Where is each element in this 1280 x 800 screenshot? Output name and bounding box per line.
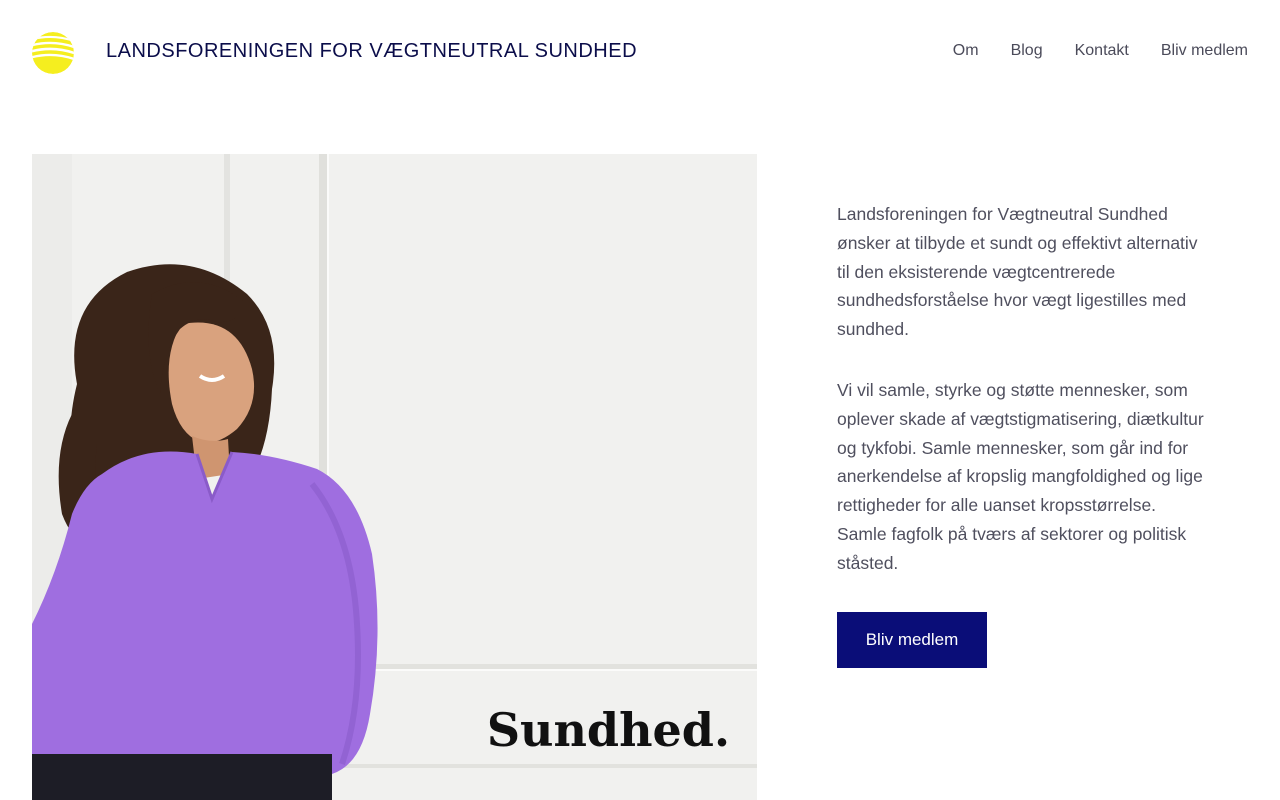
mission-paragraph: Vi vil samle, styrke og støtte mennesker…	[837, 379, 1204, 573]
bliv-medlem-button[interactable]: Bliv medlem	[837, 612, 987, 668]
site-header: LANDSFORENINGEN FOR VÆGTNEUTRAL SUNDHED …	[0, 0, 1280, 105]
main-nav: Om Blog Kontakt Bliv medlem	[953, 42, 1248, 60]
intro-paragraph: Landsforeningen for Vægtneutral Sundhed …	[837, 204, 1198, 340]
nav-link-om[interactable]: Om	[953, 42, 979, 60]
hero-image: Sundhed.	[32, 154, 757, 800]
image-caption-sundhed: Sundhed.	[487, 703, 730, 757]
nav-link-blog[interactable]: Blog	[1011, 42, 1043, 60]
hero-text: Landsforeningen for Vægtneutral Sundhed …	[837, 200, 1209, 578]
sun-wave-logo-icon[interactable]	[31, 31, 75, 75]
nav-link-kontakt[interactable]: Kontakt	[1075, 42, 1129, 60]
nav-link-bliv-medlem[interactable]: Bliv medlem	[1161, 42, 1248, 60]
woman-in-purple-sweater-photo: Sundhed.	[32, 154, 757, 800]
site-title[interactable]: LANDSFORENINGEN FOR VÆGTNEUTRAL SUNDHED	[106, 40, 637, 63]
